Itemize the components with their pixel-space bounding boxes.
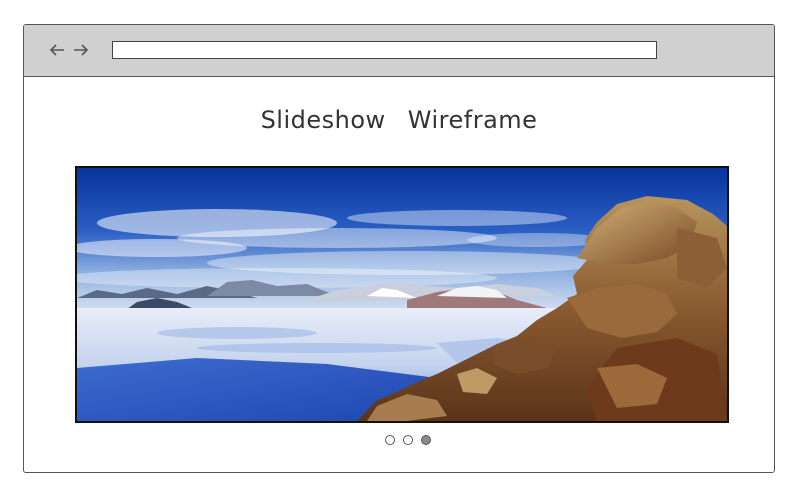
- forward-arrow-icon[interactable]: [72, 41, 89, 59]
- antarctic-landscape-image: [77, 168, 727, 421]
- slide-dot-1[interactable]: [385, 435, 395, 445]
- slideshow-frame[interactable]: [75, 166, 729, 423]
- address-bar[interactable]: [112, 41, 657, 59]
- browser-window: Slideshow Wireframe: [23, 24, 775, 473]
- slide-dot-3[interactable]: [421, 435, 431, 445]
- browser-toolbar: [24, 25, 774, 77]
- navigation-buttons: [49, 41, 89, 59]
- slide-indicator: [385, 435, 431, 445]
- slide-dot-2[interactable]: [403, 435, 413, 445]
- page-title: Slideshow Wireframe: [260, 106, 538, 134]
- back-arrow-icon[interactable]: [49, 41, 66, 59]
